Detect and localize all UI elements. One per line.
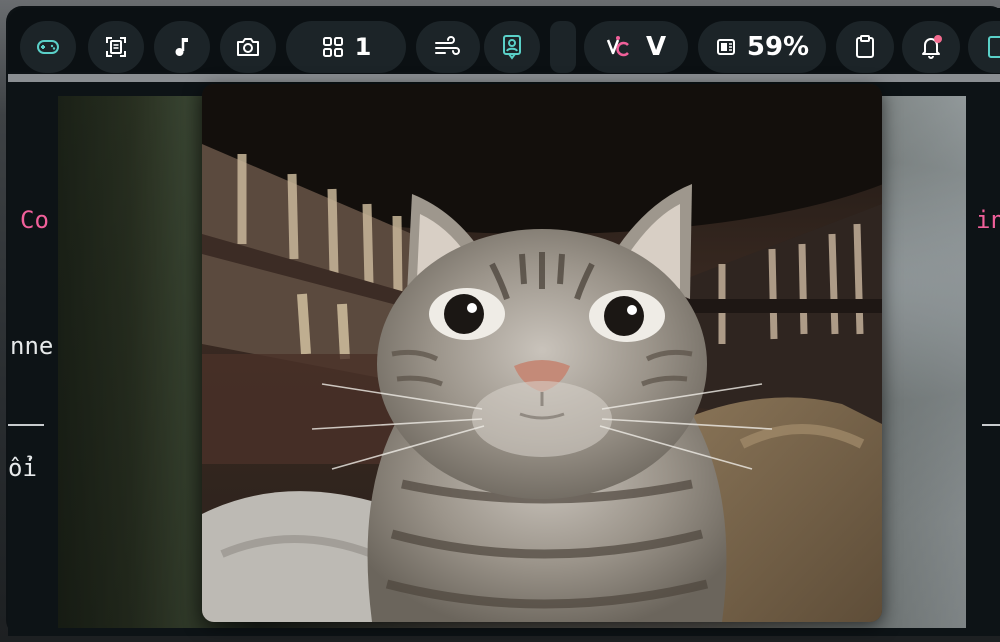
left-text-3: ổi	[8, 454, 37, 482]
vc-label: V	[645, 32, 667, 62]
cat-photo	[202, 84, 882, 622]
camera-button[interactable]	[220, 21, 276, 73]
device-button[interactable]	[968, 21, 1000, 73]
music-note-icon	[171, 35, 193, 59]
battery-percent: 59%	[746, 32, 810, 62]
music-button[interactable]	[154, 21, 210, 73]
wind-icon	[434, 36, 462, 58]
battery-chip-icon	[715, 36, 737, 58]
screenshot-button[interactable]	[88, 21, 144, 73]
gamepad-icon	[36, 37, 60, 57]
spacer-pill	[550, 21, 576, 73]
status-bar: 1 V 59%	[8, 8, 1000, 73]
right-text-1: in	[976, 206, 1000, 234]
clipboard-icon	[854, 34, 876, 60]
bell-icon	[919, 34, 943, 60]
contact-button[interactable]	[484, 21, 540, 73]
vc-logo-icon	[606, 35, 632, 59]
status-divider	[8, 74, 1000, 82]
left-text-1: Co	[20, 206, 49, 234]
grid-icon	[321, 35, 345, 59]
vc-button[interactable]: V	[584, 21, 688, 73]
screen: 1 V 59% Co nne ổi in	[0, 0, 1000, 642]
right-divider	[982, 424, 1000, 426]
left-text-2: nne	[10, 332, 54, 360]
workspaces-button[interactable]: 1	[286, 21, 406, 73]
battery-indicator[interactable]: 59%	[698, 21, 826, 73]
clipboard-button[interactable]	[836, 21, 894, 73]
wind-button[interactable]	[416, 21, 480, 73]
cat-photo-popup[interactable]	[202, 84, 882, 622]
notifications-button[interactable]	[902, 21, 960, 73]
camera-icon	[235, 36, 261, 58]
left-divider	[8, 424, 44, 426]
workspace-count: 1	[354, 33, 372, 61]
screenshot-frame-icon	[104, 35, 128, 59]
gamepad-button[interactable]	[20, 21, 76, 73]
contact-card-icon	[501, 34, 523, 60]
phone-icon	[986, 35, 1000, 59]
